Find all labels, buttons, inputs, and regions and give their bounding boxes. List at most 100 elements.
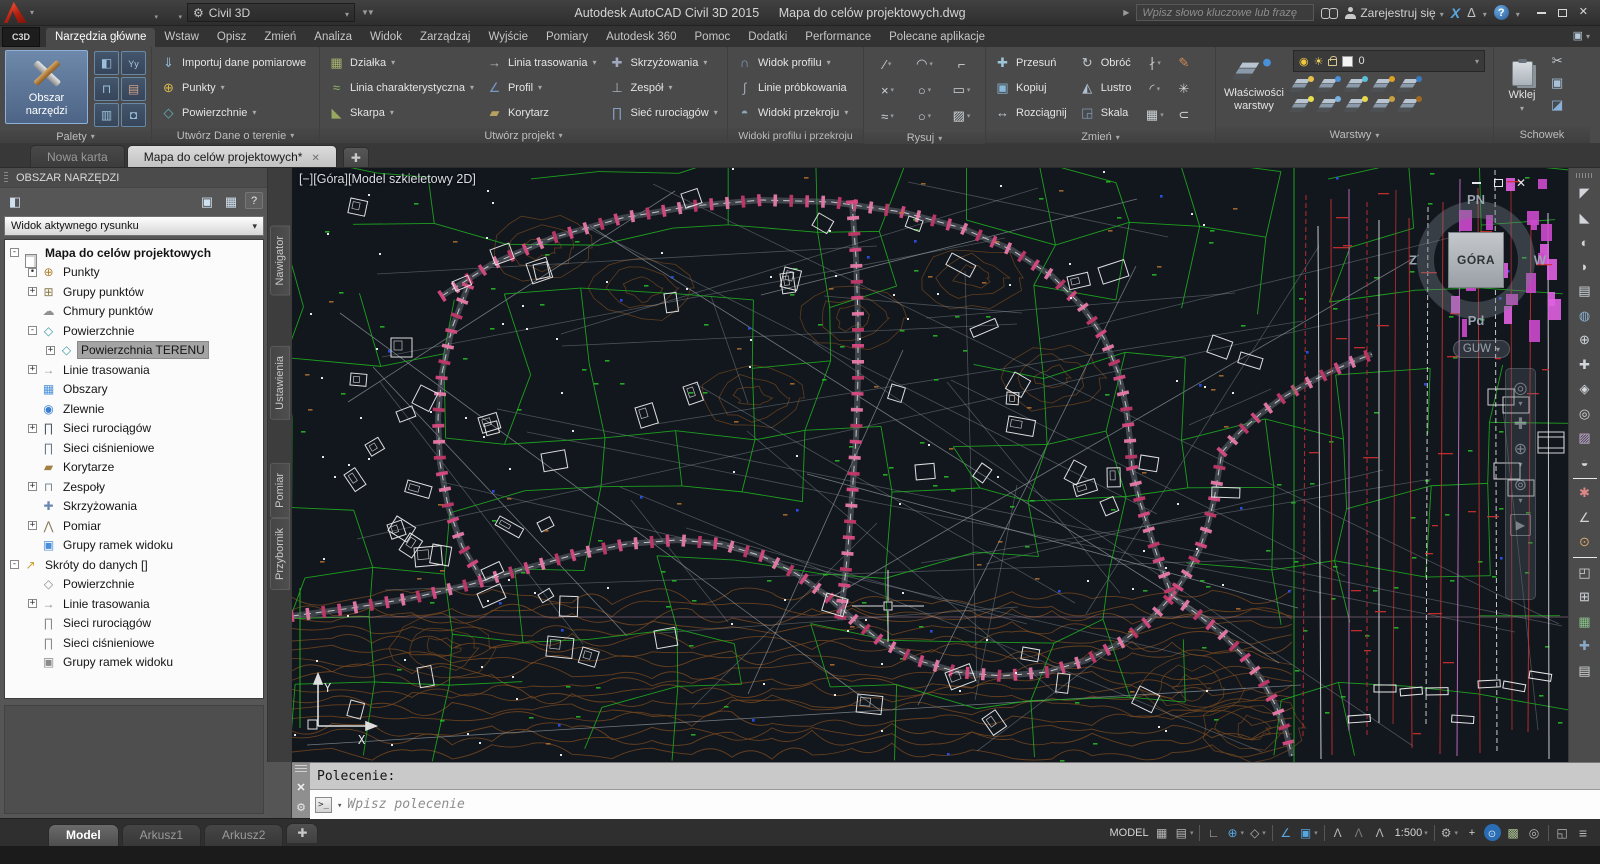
- panel-title[interactable]: Zmień: [986, 131, 1215, 143]
- quick-access-button[interactable]: [86, 3, 109, 23]
- side-toolbar-button[interactable]: [1572, 506, 1598, 531]
- draw-tool-button[interactable]: [906, 103, 943, 129]
- ribbon-button[interactable]: Obróć: [1076, 50, 1135, 75]
- search-expand-icon[interactable]: ▶: [1123, 8, 1129, 17]
- tree-item[interactable]: + Sieci rurociągów: [5, 419, 263, 439]
- draw-tool-button[interactable]: [943, 103, 980, 129]
- draw-tool-button[interactable]: [906, 51, 943, 77]
- status-toggle[interactable]: [1370, 822, 1391, 844]
- ribbon-button[interactable]: Powierzchnie: [157, 100, 309, 125]
- tree-expander[interactable]: +: [28, 482, 37, 491]
- tree-expander[interactable]: •: [28, 268, 37, 277]
- draw-tool-button[interactable]: [906, 77, 943, 103]
- modify-tool-button[interactable]: [1140, 102, 1169, 128]
- toolspace-side-tab[interactable]: Przybornik: [270, 518, 290, 590]
- ribbon-tab[interactable]: Pomoc: [686, 28, 740, 47]
- tree-expander[interactable]: -: [10, 248, 19, 257]
- ribbon-tab[interactable]: Pomiary: [537, 28, 597, 47]
- tree-item[interactable]: Obszary: [5, 380, 263, 400]
- chevron-down-icon[interactable]: [1483, 6, 1487, 20]
- ribbon-button[interactable]: Linia charakterystyczna: [325, 75, 477, 100]
- tree-item[interactable]: - Skróty do danych []: [5, 555, 263, 575]
- ribbon-button[interactable]: Przesuń: [991, 50, 1070, 75]
- search-binoculars-icon[interactable]: [1321, 8, 1338, 18]
- status-toggle[interactable]: [1552, 822, 1573, 844]
- side-toolbar-button[interactable]: [1572, 426, 1598, 451]
- ribbon-button[interactable]: Linie próbkowania: [733, 75, 851, 100]
- tree-expander[interactable]: +: [28, 287, 37, 296]
- quick-access-button[interactable]: [158, 3, 181, 23]
- ribbon-button[interactable]: Lustro: [1076, 75, 1135, 100]
- side-toolbar-button[interactable]: [1572, 610, 1598, 635]
- toolspace-button[interactable]: Obszar narzędzi: [5, 50, 88, 124]
- tree-expander[interactable]: +: [46, 346, 55, 355]
- tree-item[interactable]: • Punkty: [5, 263, 263, 283]
- help-icon[interactable]: ?: [245, 192, 263, 209]
- layer-tool-button[interactable]: [1347, 76, 1368, 93]
- status-toggle[interactable]: [1224, 822, 1247, 844]
- ribbon-button[interactable]: Sieć rurociągów: [605, 100, 720, 125]
- toolspace-side-tab[interactable]: Ustawienia: [270, 346, 290, 420]
- new-tab-button[interactable]: ✚: [343, 147, 369, 167]
- ribbon-button[interactable]: Zespół: [605, 75, 720, 100]
- tree-item[interactable]: Grupy ramek widoku: [5, 536, 263, 556]
- palette-toggle-button[interactable]: [94, 77, 119, 101]
- ribbon-button[interactable]: Importuj dane pomiarowe: [157, 50, 309, 75]
- palette-toggle-button[interactable]: [121, 103, 146, 127]
- layer-dropdown[interactable]: 0: [1293, 50, 1485, 72]
- status-toggle[interactable]: [1297, 822, 1321, 844]
- orbit-icon[interactable]: [1514, 478, 1527, 494]
- status-toggle[interactable]: [1173, 822, 1197, 844]
- status-toggle[interactable]: [1276, 822, 1297, 844]
- restore-button[interactable]: [1558, 9, 1567, 17]
- viewport-view-control[interactable]: [Góra]: [313, 172, 348, 186]
- ribbon-button[interactable]: Skala: [1076, 100, 1135, 125]
- clipboard-tool-button[interactable]: [1551, 74, 1563, 92]
- layer-tool-button[interactable]: [1293, 96, 1314, 113]
- side-toolbar-button[interactable]: [1572, 328, 1598, 353]
- palette-toggle-button[interactable]: [121, 51, 146, 75]
- ribbon-button[interactable]: Profil: [483, 75, 600, 100]
- file-tab[interactable]: Nowa karta: [30, 145, 125, 167]
- side-toolbar-button[interactable]: [1572, 585, 1598, 610]
- ribbon-button[interactable]: Widoki przekroju: [733, 100, 851, 125]
- ribbon-button[interactable]: Punkty: [157, 75, 309, 100]
- status-toggle[interactable]: [1438, 822, 1461, 844]
- tree-expander[interactable]: +: [28, 365, 37, 374]
- viewport-visual-style-control[interactable]: [Model szkieletowy 2D]: [348, 172, 476, 186]
- layer-tool-button[interactable]: [1401, 76, 1422, 93]
- layout-tab[interactable]: Model: [48, 824, 119, 846]
- new-layout-button[interactable]: ✚: [286, 823, 318, 843]
- quick-access-button[interactable]: [134, 3, 157, 23]
- app-menu-logo[interactable]: [4, 2, 27, 23]
- palette-toggle-button[interactable]: [121, 77, 146, 101]
- panel-title[interactable]: Schowek: [1494, 127, 1590, 143]
- exchange-apps-icon[interactable]: X: [1451, 5, 1460, 21]
- ribbon-tab[interactable]: Wyjście: [479, 28, 537, 47]
- status-toggle[interactable]: [1203, 822, 1224, 844]
- status-toggle[interactable]: [1573, 822, 1594, 844]
- chevron-down-icon[interactable]: [1516, 6, 1520, 20]
- status-toggle[interactable]: 1:500: [1391, 822, 1431, 844]
- side-toolbar-button[interactable]: [1572, 481, 1598, 506]
- side-toolbar-button[interactable]: [1572, 634, 1598, 659]
- side-toolbar-button[interactable]: [1572, 659, 1598, 684]
- status-toggle[interactable]: [1272, 825, 1273, 841]
- chevron-down-icon[interactable]: ▾: [1518, 461, 1522, 469]
- paste-button[interactable]: Wklej: [1499, 50, 1545, 124]
- status-toggle[interactable]: [1434, 825, 1435, 841]
- quick-access-button[interactable]: [62, 3, 85, 23]
- help-icon[interactable]: ?: [1494, 5, 1509, 20]
- tree-expander[interactable]: -: [10, 560, 19, 569]
- close-icon[interactable]: [311, 150, 319, 164]
- palette-toggle-button[interactable]: [94, 103, 119, 127]
- help-search-input[interactable]: Wpisz słowo kluczowe lub frazę: [1136, 4, 1314, 21]
- toolspace-header[interactable]: OBSZAR NARZĘDZI: [0, 168, 268, 188]
- modify-tool-button[interactable]: [1169, 102, 1198, 128]
- viewport-minimize-control[interactable]: [−]: [299, 172, 313, 186]
- draw-tool-button[interactable]: [869, 51, 906, 77]
- quick-access-button[interactable]: [38, 3, 61, 23]
- tree-item[interactable]: Zlewnie: [5, 399, 263, 419]
- side-toolbar-button[interactable]: [1572, 477, 1598, 479]
- panel-title[interactable]: Palety: [0, 130, 151, 143]
